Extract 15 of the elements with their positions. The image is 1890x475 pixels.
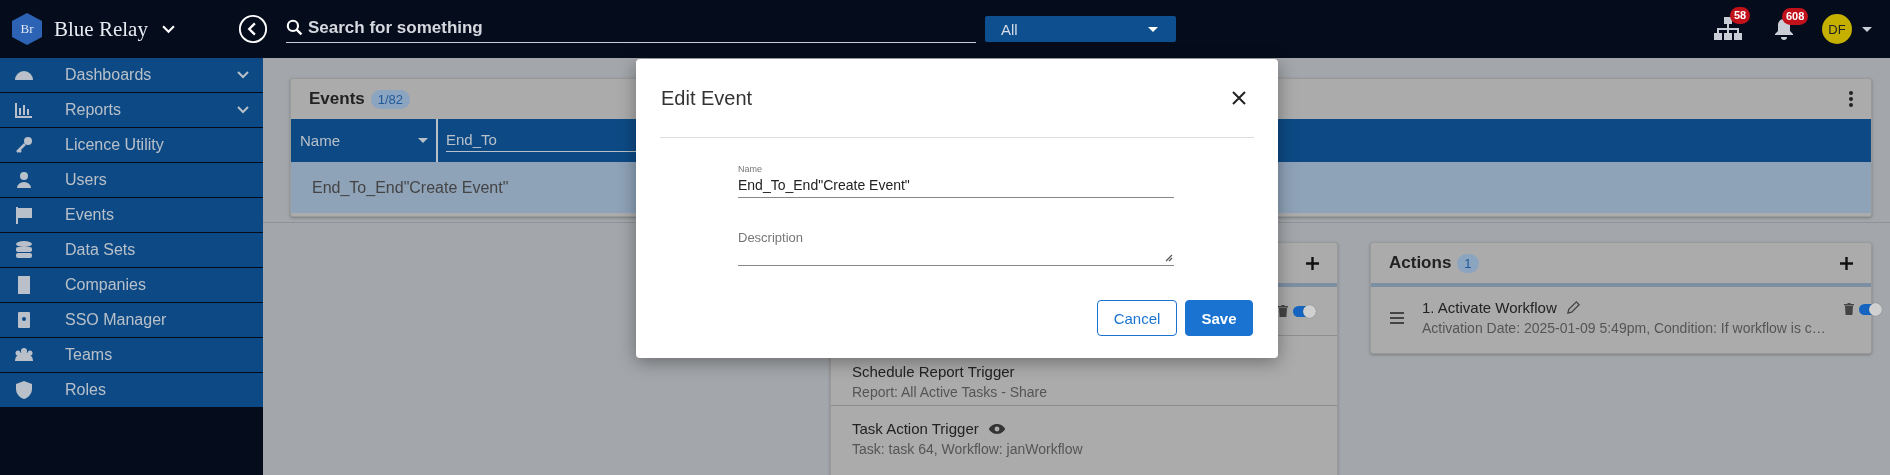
count-badge: 1/82 [370,89,411,109]
notification-count: 608 [1782,8,1809,25]
action-title: 1. Activate Workflow [1422,299,1557,316]
trigger-title: Task Action Trigger [852,420,979,437]
action-detail: Activation Date: 2025-01-09 5:49pm, Condition: If workflow is c… [1422,320,1826,336]
count-badge: 1 [1457,253,1479,273]
trigger-title: Schedule Report Trigger [852,363,1015,380]
card-title: Actions [1389,253,1452,273]
card-title: Events [309,89,365,109]
trigger-detail: Report: All Active Tasks - Share [852,384,1049,400]
trigger-detail: Task: task 64, Workflow: janWorkflow [852,441,1084,457]
notification-count: 58 [1730,7,1751,24]
logo-icon: Br [12,13,42,45]
app-name: Blue Relay [54,16,148,42]
dialog-title: Edit Event [661,86,753,110]
